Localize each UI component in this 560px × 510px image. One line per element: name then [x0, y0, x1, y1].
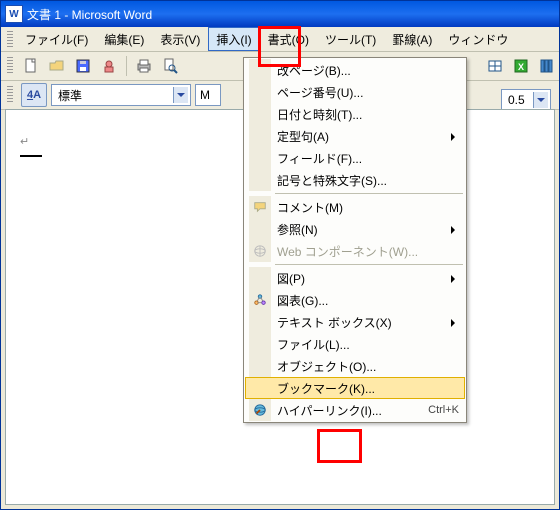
hyperlink-icon — [249, 399, 271, 421]
toolbar-grip[interactable] — [7, 86, 13, 104]
menu-item-label: 改ページ(B)... — [277, 62, 459, 79]
menu-item-reference[interactable]: 参照(N) — [245, 218, 465, 240]
comment-icon — [249, 196, 271, 218]
menu-item-label: 記号と特殊文字(S)... — [277, 172, 459, 189]
font-value: M — [200, 88, 210, 102]
menu-edit[interactable]: 編集(E) — [96, 27, 152, 51]
menu-item-label: 日付と時刻(T)... — [277, 106, 459, 123]
menu-item-web-component: Web コンポーネント(W)... — [245, 240, 465, 262]
menu-item-page-numbers[interactable]: ページ番号(U)... — [245, 81, 465, 103]
toolbar-grip[interactable] — [7, 31, 13, 47]
menu-item-label: ページ番号(U)... — [277, 84, 459, 101]
new-doc-button[interactable] — [19, 54, 43, 78]
menu-separator — [275, 193, 463, 194]
web-component-icon — [249, 240, 271, 262]
columns-button[interactable] — [535, 54, 559, 78]
menu-item-label: 定型句(A) — [277, 128, 459, 145]
style-combo[interactable]: 標準 — [51, 84, 191, 106]
menu-tools[interactable]: ツール(T) — [317, 27, 384, 51]
print-button[interactable] — [132, 54, 156, 78]
toolbar-grip[interactable] — [7, 57, 13, 75]
window-title: 文書 1 - Microsoft Word — [27, 6, 152, 23]
save-button[interactable] — [71, 54, 95, 78]
menu-insert[interactable]: 挿入(I) — [208, 27, 259, 51]
menu-item-picture[interactable]: 図(P) — [245, 267, 465, 289]
font-combo[interactable]: M — [195, 84, 221, 106]
menu-item-textbox[interactable]: テキスト ボックス(X) — [245, 311, 465, 333]
menu-item-label: ハイパーリンク(I)... — [277, 402, 420, 419]
menu-table[interactable]: 罫線(A) — [384, 27, 440, 51]
line-spacing-value: 0.5 — [508, 93, 525, 107]
menu-item-field[interactable]: フィールド(F)... — [245, 147, 465, 169]
menu-item-object[interactable]: オブジェクト(O)... — [245, 355, 465, 377]
menu-item-label: 図表(G)... — [277, 292, 459, 309]
open-button[interactable] — [45, 54, 69, 78]
menu-item-autotext[interactable]: 定型句(A) — [245, 125, 465, 147]
diagram-icon — [249, 289, 271, 311]
insert-menu-dropdown: 改ページ(B)... ページ番号(U)... 日付と時刻(T)... 定型句(A… — [243, 57, 467, 423]
menu-item-label: ブックマーク(K)... — [277, 380, 459, 397]
menu-item-label: コメント(M) — [277, 199, 459, 216]
menu-item-label: 図(P) — [277, 270, 459, 287]
permission-button[interactable] — [97, 54, 121, 78]
styles-pane-button[interactable]: 4A — [21, 83, 47, 107]
menu-item-bookmark[interactable]: ブックマーク(K)... — [245, 377, 465, 399]
menu-item-label: ファイル(L)... — [277, 336, 459, 353]
app-icon: W — [5, 5, 23, 23]
menu-item-comment[interactable]: コメント(M) — [245, 196, 465, 218]
menu-item-hyperlink[interactable]: ハイパーリンク(I)... Ctrl+K — [245, 399, 465, 421]
line-spacing-combo[interactable]: 0.5 — [501, 89, 551, 111]
menu-view[interactable]: 表示(V) — [152, 27, 208, 51]
paragraph-mark: ↵ — [20, 136, 29, 148]
tables-borders-button[interactable] — [483, 54, 507, 78]
chevron-down-icon — [173, 87, 188, 103]
svg-text:X: X — [518, 62, 524, 72]
menu-item-diagram[interactable]: 図表(G)... — [245, 289, 465, 311]
print-preview-button[interactable] — [158, 54, 182, 78]
menu-item-file[interactable]: ファイル(L)... — [245, 333, 465, 355]
toolbar-separator — [126, 56, 127, 76]
excel-button[interactable]: X — [509, 54, 533, 78]
menu-item-label: フィールド(F)... — [277, 150, 459, 167]
menu-item-label: Web コンポーネント(W)... — [277, 243, 459, 260]
menu-format[interactable]: 書式(O) — [260, 27, 317, 51]
menu-item-date-time[interactable]: 日付と時刻(T)... — [245, 103, 465, 125]
text-caret — [20, 155, 42, 157]
menu-item-page-break[interactable]: 改ページ(B)... — [245, 59, 465, 81]
menu-file[interactable]: ファイル(F) — [17, 27, 96, 51]
app-window: W 文書 1 - Microsoft Word ファイル(F) 編集(E) 表示… — [0, 0, 560, 510]
menu-separator — [275, 264, 463, 265]
title-bar: W 文書 1 - Microsoft Word — [1, 1, 559, 27]
menu-item-symbol[interactable]: 記号と特殊文字(S)... — [245, 169, 465, 191]
menu-item-label: テキスト ボックス(X) — [277, 314, 459, 331]
style-value: 標準 — [58, 87, 82, 104]
menu-window[interactable]: ウィンドウ — [440, 27, 516, 51]
menu-item-shortcut: Ctrl+K — [428, 404, 459, 416]
menu-item-label: 参照(N) — [277, 221, 459, 238]
chevron-down-icon — [533, 92, 548, 108]
menu-item-label: オブジェクト(O)... — [277, 358, 459, 375]
menu-bar: ファイル(F) 編集(E) 表示(V) 挿入(I) 書式(O) ツール(T) 罫… — [1, 27, 559, 52]
